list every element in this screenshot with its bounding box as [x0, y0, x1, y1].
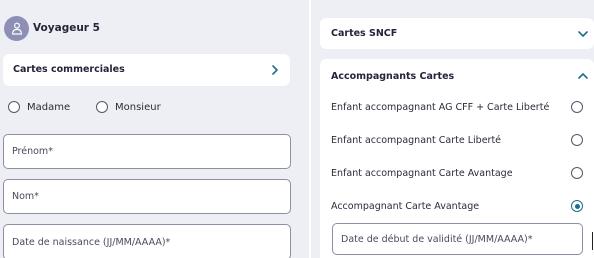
traveler-title: Voyageur 5 — [33, 22, 100, 34]
radio-monsieur[interactable]: Monsieur — [96, 101, 161, 113]
birth-date-field[interactable]: Date de naissance (JJ/MM/AAAA)* — [3, 224, 291, 258]
radio-madame-label: Madame — [27, 101, 71, 113]
sncf-cards-accordion[interactable]: Cartes SNCF — [320, 18, 594, 49]
commercial-cards-accordion[interactable]: Cartes commerciales — [3, 54, 290, 86]
option-carte-liberte-radio[interactable] — [571, 134, 583, 146]
radio-monsieur-label: Monsieur — [115, 101, 161, 113]
validity-date-field[interactable]: Date de début de validité (JJ/MM/AAAA)* — [332, 223, 583, 255]
traveler-form-panel: Voyageur 5 Cartes commerciales Madame Mo… — [0, 0, 309, 258]
option-enfant-carte-avantage-radio[interactable] — [571, 167, 583, 179]
radio-monsieur-control[interactable] — [96, 101, 108, 113]
first-name-field[interactable]: Prénom* — [3, 134, 291, 169]
option-ag-cff-liberte-label: Enfant accompagnant AG CFF + Carte Liber… — [331, 101, 550, 113]
option-carte-liberte-label: Enfant accompagnant Carte Liberté — [331, 134, 502, 146]
option-enfant-carte-avantage[interactable]: Enfant accompagnant Carte Avantage — [331, 167, 583, 179]
option-carte-liberte[interactable]: Enfant accompagnant Carte Liberté — [331, 134, 583, 146]
chevron-right-icon — [272, 65, 278, 75]
text-cursor — [592, 232, 593, 250]
radio-madame[interactable]: Madame — [8, 101, 70, 113]
sncf-cards-title: Cartes SNCF — [331, 28, 398, 39]
chevron-up-icon[interactable] — [578, 72, 588, 80]
commercial-cards-title: Cartes commerciales — [13, 64, 125, 75]
option-ag-cff-liberte-radio[interactable] — [571, 101, 583, 113]
person-icon — [11, 22, 22, 35]
first-name-placeholder: Prénom* — [12, 146, 53, 157]
companion-cards-title: Accompagnants Cartes — [331, 71, 455, 82]
last-name-field[interactable]: Nom* — [3, 179, 291, 214]
cards-panel: Cartes SNCF Accompagnants Cartes Enfant … — [311, 0, 594, 258]
radio-madame-control[interactable] — [8, 101, 20, 113]
option-accompagnant-carte-avantage-label: Accompagnant Carte Avantage — [331, 200, 480, 212]
last-name-placeholder: Nom* — [12, 191, 39, 202]
option-enfant-carte-avantage-label: Enfant accompagnant Carte Avantage — [331, 167, 513, 179]
birth-date-placeholder: Date de naissance (JJ/MM/AAAA)* — [12, 236, 171, 248]
avatar — [4, 16, 29, 41]
option-accompagnant-carte-avantage-radio[interactable] — [571, 200, 583, 212]
option-accompagnant-carte-avantage[interactable]: Accompagnant Carte Avantage — [331, 200, 583, 212]
validity-date-placeholder: Date de début de validité (JJ/MM/AAAA)* — [341, 233, 533, 245]
chevron-down-icon — [578, 31, 588, 37]
option-ag-cff-liberte[interactable]: Enfant accompagnant AG CFF + Carte Liber… — [331, 101, 583, 113]
